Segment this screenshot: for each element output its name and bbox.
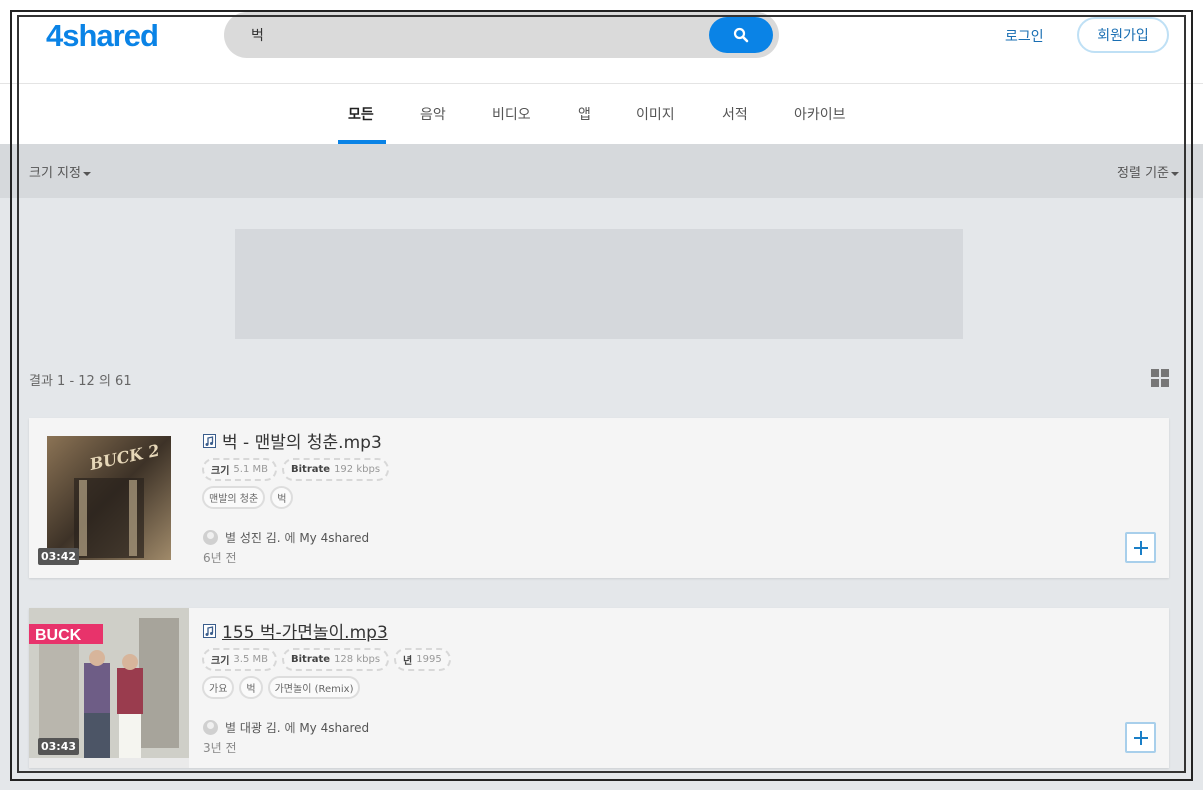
file-meta: 크기 3.5 MB Bitrate 128 kbps 년 1995 (202, 648, 451, 671)
ad-placeholder (235, 229, 963, 339)
album-cover[interactable]: BUCK 03:43 (29, 608, 189, 768)
cover-text: BUCK (35, 627, 82, 644)
header: 4shared 벅 로그인 회원가입 (0, 0, 1203, 84)
tag[interactable]: 맨발의 청춘 (202, 486, 266, 509)
chevron-down-icon (82, 171, 91, 176)
filter-bar: 크기 지정 정렬 기준 (0, 144, 1203, 198)
tab-archives[interactable]: 아카이브 (794, 104, 846, 124)
results-count: 결과 1 - 12 의 61 (29, 374, 132, 389)
year-chip: 년 1995 (394, 648, 451, 671)
signup-button[interactable]: 회원가입 (1077, 17, 1169, 53)
tag[interactable]: 벅 (239, 676, 263, 699)
owner-prefix: 별 (225, 721, 237, 735)
music-file-icon (203, 623, 216, 638)
music-file-icon (203, 433, 216, 448)
owner-name[interactable]: 성진 김. (240, 529, 281, 546)
tag[interactable]: 벅 (270, 486, 294, 509)
owner-location[interactable]: My 4shared (299, 721, 369, 735)
file-meta: 크기 5.1 MB Bitrate 192 kbps (202, 458, 390, 481)
file-title[interactable]: 벅 - 맨발의 청춘.mp3 (203, 428, 382, 453)
duration-badge: 03:42 (38, 548, 80, 565)
chevron-down-icon (1171, 171, 1179, 176)
add-button[interactable] (1125, 722, 1156, 753)
owner-name[interactable]: 대광 김. (240, 719, 281, 736)
file-title-text[interactable]: 155 벅-가면놀이.mp3 (222, 618, 388, 643)
search-bar[interactable]: 벅 (224, 12, 779, 58)
owner-mid: 에 (284, 721, 296, 735)
sort-dropdown[interactable]: 정렬 기준 (1117, 162, 1179, 181)
bitrate-chip: Bitrate 192 kbps (281, 458, 390, 481)
sort-label: 정렬 기준 (1117, 166, 1169, 181)
tag-list: 가요 벅 가면놀이 (Remix) (202, 676, 361, 699)
size-chip: 크기 5.1 MB (202, 458, 277, 481)
owner-location[interactable]: My 4shared (299, 531, 369, 545)
size-chip: 크기 3.5 MB (202, 648, 277, 671)
add-button[interactable] (1125, 532, 1156, 563)
size-filter-dropdown[interactable]: 크기 지정 (29, 162, 91, 181)
bitrate-chip: Bitrate 128 kbps (281, 648, 390, 671)
upload-time: 3년 전 (203, 741, 237, 755)
tab-music[interactable]: 음악 (420, 104, 446, 124)
category-tabs: 모든 음악 비디오 앱 이미지 서적 아카이브 (0, 84, 1203, 144)
file-title-text[interactable]: 벅 - 맨발의 청춘.mp3 (222, 428, 382, 453)
upload-time: 6년 전 (203, 551, 237, 565)
logo[interactable]: 4shared (46, 18, 159, 54)
file-title[interactable]: 155 벅-가면놀이.mp3 (203, 618, 388, 643)
tab-all[interactable]: 모든 (348, 104, 374, 124)
owner-info: 별 성진 김. 에 My 4shared (203, 529, 369, 546)
tag[interactable]: 가면놀이 (Remix) (267, 676, 361, 699)
tag[interactable]: 가요 (202, 676, 235, 699)
login-link[interactable]: 로그인 (1005, 26, 1044, 46)
main-content: 결과 1 - 12 의 61 BUCK 2 03:42 벅 - 맨발의 청춘.m… (0, 198, 1203, 790)
owner-info: 별 대광 김. 에 My 4shared (203, 719, 369, 736)
grid-view-icon[interactable] (1151, 369, 1169, 387)
tab-books[interactable]: 서적 (722, 104, 748, 124)
owner-mid: 에 (284, 531, 296, 545)
album-cover[interactable]: BUCK 2 03:42 (29, 418, 189, 578)
avatar (203, 530, 218, 545)
file-card[interactable]: BUCK 2 03:42 벅 - 맨발의 청춘.mp3 크기 5.1 MB Bit… (29, 418, 1169, 578)
tag-list: 맨발의 청춘 벅 (202, 486, 294, 509)
search-input[interactable]: 벅 (251, 25, 264, 45)
plus-icon (1133, 540, 1148, 555)
search-icon (733, 27, 749, 43)
search-button[interactable] (709, 17, 773, 53)
size-filter-label: 크기 지정 (29, 166, 81, 181)
plus-icon (1133, 730, 1148, 745)
tab-apps[interactable]: 앱 (578, 104, 591, 124)
file-card[interactable]: BUCK 03:43 155 벅-가면놀이.mp3 크기 3.5 MB Bitr… (29, 608, 1169, 768)
tab-video[interactable]: 비디오 (492, 104, 531, 124)
owner-prefix: 별 (225, 531, 237, 545)
avatar (203, 720, 218, 735)
duration-badge: 03:43 (38, 738, 80, 755)
tab-images[interactable]: 이미지 (636, 104, 675, 124)
